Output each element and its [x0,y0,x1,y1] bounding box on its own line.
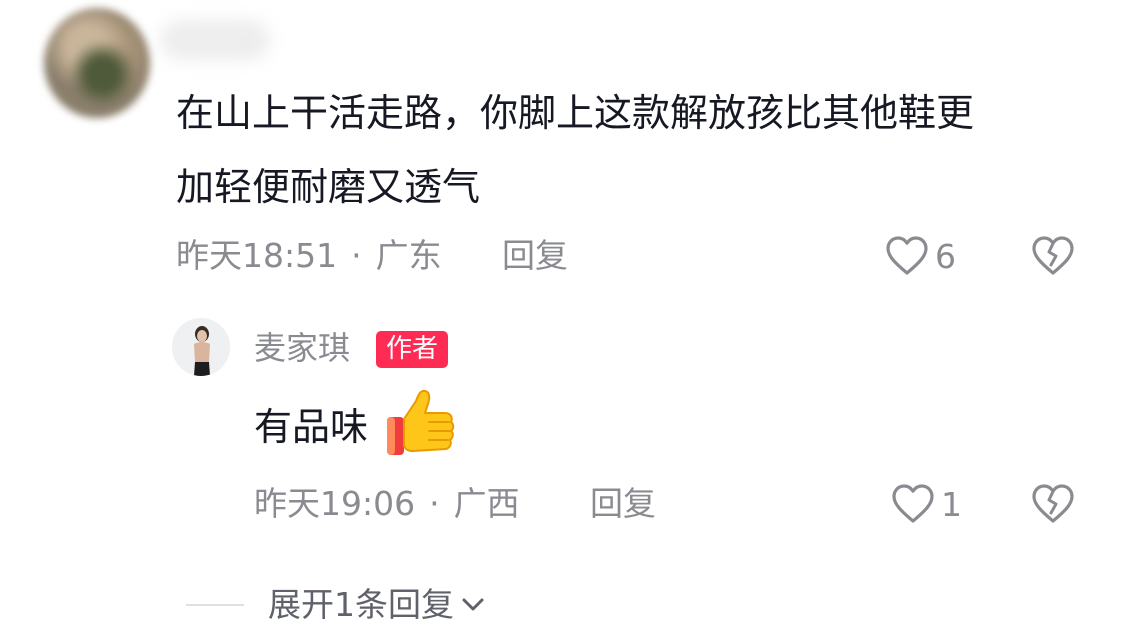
reply-location: 广西 [453,484,520,523]
reply-dislike-button[interactable] [1030,483,1076,529]
comment-reply-button[interactable]: 回复 [502,239,568,272]
broken-heart-outline-icon [1032,236,1074,275]
commenter-name-blurred [160,20,270,60]
comment-like-count: 6 [935,236,956,276]
chevron-down-icon [462,598,484,610]
comment-location: 广东 [375,236,442,275]
expand-replies-button[interactable]: 展开1条回复 [268,588,488,621]
reply-time: 昨天19:06 [254,484,416,523]
commenter-avatar[interactable] [44,8,150,118]
comment-text-line2: 加轻便耐磨又透气 [176,165,481,209]
reply-like-button[interactable]: 1 [891,483,962,525]
author-name[interactable]: 麦家琪 [254,332,350,364]
comment-meta: 昨天18:51 · 广东 [176,239,442,272]
author-avatar[interactable] [172,318,230,376]
comment-like-button[interactable]: 6 [885,235,956,277]
meta-separator: · [351,236,362,275]
thumbs-up-emoji-icon [387,389,455,455]
comment-dislike-button[interactable] [1030,235,1076,281]
reply-meta: 昨天19:06 · 广西 [254,487,520,520]
comment-time: 昨天18:51 [176,236,338,275]
expand-divider [186,604,244,606]
reply-like-count: 1 [941,484,962,524]
expand-replies-label: 展开1条回复 [268,585,454,624]
reply-reply-button[interactable]: 回复 [590,487,656,520]
author-badge: 作者 [376,331,449,368]
heart-outline-icon [886,236,928,275]
author-avatar-image [172,318,230,376]
comment-text-line1: 在山上干活走路，你脚上这款解放孩比其他鞋更 [176,91,975,135]
broken-heart-outline-icon [1032,484,1074,523]
meta-separator: · [429,484,440,523]
reply-text: 有品味 [254,405,369,449]
heart-outline-icon [892,484,934,523]
